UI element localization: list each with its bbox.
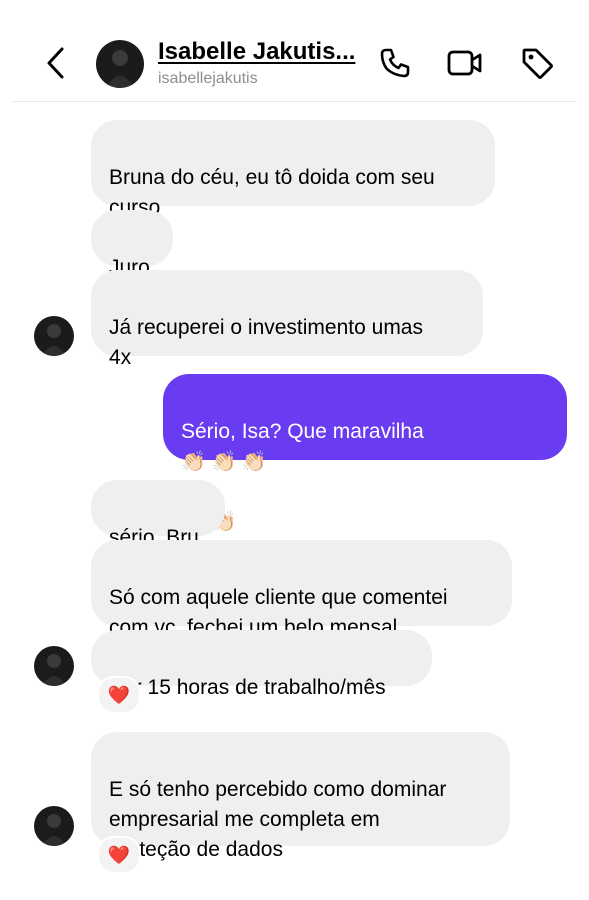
call-button[interactable] bbox=[376, 44, 414, 82]
message-bubble-outgoing[interactable]: Sério, Isa? Que maravilha 👏🏻 👏🏻 👏🏻 👏🏻 👏🏻 bbox=[163, 374, 567, 533]
message-bubble-incoming[interactable]: Só com aquele cliente que comentei com v… bbox=[91, 540, 512, 639]
message-bubble-incoming[interactable]: Por 15 horas de trabalho/mês bbox=[91, 630, 432, 699]
message-text: E só tenho percebido como dominar empres… bbox=[109, 778, 447, 861]
message-text: Sério, Isa? Que maravilha bbox=[181, 420, 424, 443]
video-camera-icon bbox=[447, 50, 482, 76]
message-bubble-incoming[interactable]: E só tenho percebido como dominar empres… bbox=[91, 732, 510, 861]
contact-name[interactable]: Isabelle Jakutis... bbox=[158, 38, 355, 66]
message-reaction[interactable]: ❤️ bbox=[97, 676, 141, 714]
contact-username: isabellejakutis bbox=[158, 70, 258, 87]
back-chevron-icon bbox=[47, 47, 64, 79]
message-bubble-incoming[interactable]: Juro bbox=[91, 210, 173, 279]
heart-reaction-icon: ❤️ bbox=[107, 845, 131, 865]
message-text: Por 15 horas de trabalho/mês bbox=[109, 676, 386, 699]
phone-icon bbox=[380, 48, 410, 78]
contact-avatar-small[interactable] bbox=[34, 316, 74, 356]
message-bubble-incoming[interactable]: sério, Bru bbox=[91, 480, 225, 549]
video-call-button[interactable] bbox=[446, 44, 484, 82]
message-bubble-incoming[interactable]: Já recuperei o investimento umas 4x bbox=[91, 270, 483, 369]
tag-icon bbox=[522, 48, 553, 79]
header-divider bbox=[12, 101, 577, 102]
chat-header: Isabelle Jakutis... isabellejakutis bbox=[0, 0, 589, 102]
contact-avatar-small[interactable] bbox=[34, 646, 74, 686]
message-text: Já recuperei o investimento umas 4x bbox=[109, 316, 423, 369]
back-button[interactable] bbox=[40, 43, 74, 83]
message-bubble-incoming[interactable]: Bruna do céu, eu tô doida com seu curso bbox=[91, 120, 495, 219]
message-text: Bruna do céu, eu tô doida com seu curso bbox=[109, 166, 435, 219]
clapping-hands-emoji: 👏🏻 👏🏻 👏🏻 bbox=[181, 451, 267, 473]
message-reaction[interactable]: ❤️ bbox=[97, 836, 141, 874]
contact-avatar-small[interactable] bbox=[34, 806, 74, 846]
tag-button[interactable] bbox=[518, 44, 556, 82]
contact-avatar[interactable] bbox=[96, 40, 144, 88]
heart-reaction-icon: ❤️ bbox=[107, 685, 131, 705]
